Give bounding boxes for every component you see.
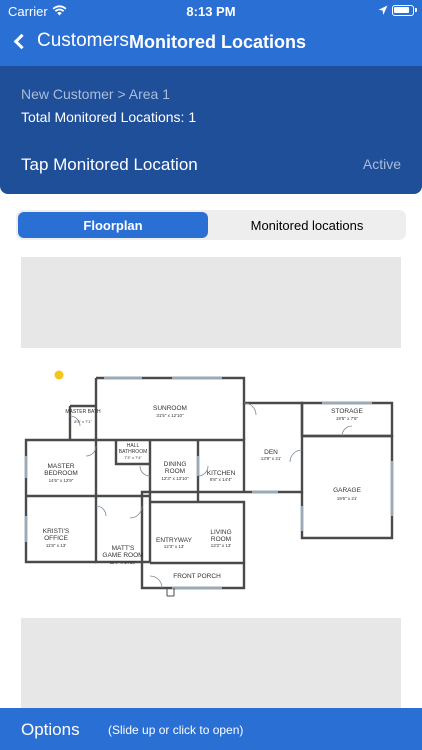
room-master-bedroom-line1: MASTER [47,463,74,470]
floorplan-placeholder-bottom [21,618,401,708]
tab-monitored-locations[interactable]: Monitored locations [210,212,404,238]
room-dining-room-line1: DINING [164,461,187,468]
room-kristis-office-line1: KRISTI'S [43,528,70,535]
room-kitchen: KITCHEN [207,470,236,477]
room-front-porch: FRONT PORCH [173,573,221,580]
room-master-bath-dim: 8'3" x 7'1" [74,419,92,424]
room-entryway: ENTRYWAY [156,537,193,544]
back-button[interactable]: Customers [10,30,129,52]
room-living-room-dim: 13'2" x 13' [211,543,232,548]
total-monitored-locations: Total Monitored Locations: 1 [21,109,197,125]
room-hall-bathroom-dim: 7'3" x 7'4" [124,455,142,460]
room-master-bath: MASTER BATH [65,409,101,415]
tap-instruction: Tap Monitored Location [21,155,198,174]
breadcrumb: New Customer > Area 1 [21,86,171,102]
room-storage-dim: 19'5" x 7'6" [336,416,359,421]
battery-icon [392,5,417,16]
room-matts-game-room-line1: MATT'S [112,545,135,552]
room-sunroom-dim: 31'5" x 12'10" [156,413,184,418]
tab-floorplan[interactable]: Floorplan [18,212,208,238]
location-info-card: New Customer > Area 1 Total Monitored Lo… [0,66,422,194]
room-garage-dim: 19'6" x 21' [337,496,358,501]
room-garage: GARAGE [333,487,361,494]
floorplan-image[interactable]: MASTER BATH 8'3" x 7'1" SUNROOM 31'5" x … [22,366,402,600]
options-panel-handle[interactable]: Options (Slide up or click to open) [0,708,422,750]
room-matts-game-room-dim: 11'4" x 14'10" [110,560,137,565]
navigation-bar: Customers Monitored Locations [0,22,422,66]
room-master-bedroom-dim: 14'6" x 12'9" [49,478,74,483]
clock: 8:13 PM [186,4,236,19]
monitored-location-marker[interactable] [54,370,64,380]
floorplan-placeholder-top [21,257,401,348]
view-segmented-control: Floorplan Monitored locations [16,210,406,240]
room-living-room-line2: ROOM [211,536,231,543]
room-dining-room-line2: ROOM [165,468,185,475]
back-label: Customers [37,30,129,51]
room-living-room-line1: LIVING [210,529,231,536]
room-entryway-dim: 12'3" x 13' [164,544,185,549]
page-title: Monitored Locations [129,32,306,52]
room-den: DEN [264,449,278,456]
room-master-bedroom-line2: BEDROOM [44,470,78,477]
room-dining-room-dim: 12'3" x 13'10" [161,476,189,481]
room-kristis-office-line2: OFFICE [44,535,68,542]
room-kitchen-dim: 8'8" x 14'4" [210,477,233,482]
room-den-dim: 13'9" x 21' [261,456,282,461]
chevron-left-icon [13,33,30,49]
options-hint: (Slide up or click to open) [108,723,244,737]
room-sunroom: SUNROOM [153,405,187,412]
room-storage: STORAGE [331,408,363,415]
location-arrow-icon [378,4,388,19]
room-matts-game-room-line2: GAME ROOM [102,552,143,559]
room-kristis-office-dim: 11'8" x 13' [46,543,66,548]
status-bar: Carrier 8:13 PM [0,0,422,22]
status-badge: Active [362,156,401,172]
options-label: Options [21,720,80,739]
